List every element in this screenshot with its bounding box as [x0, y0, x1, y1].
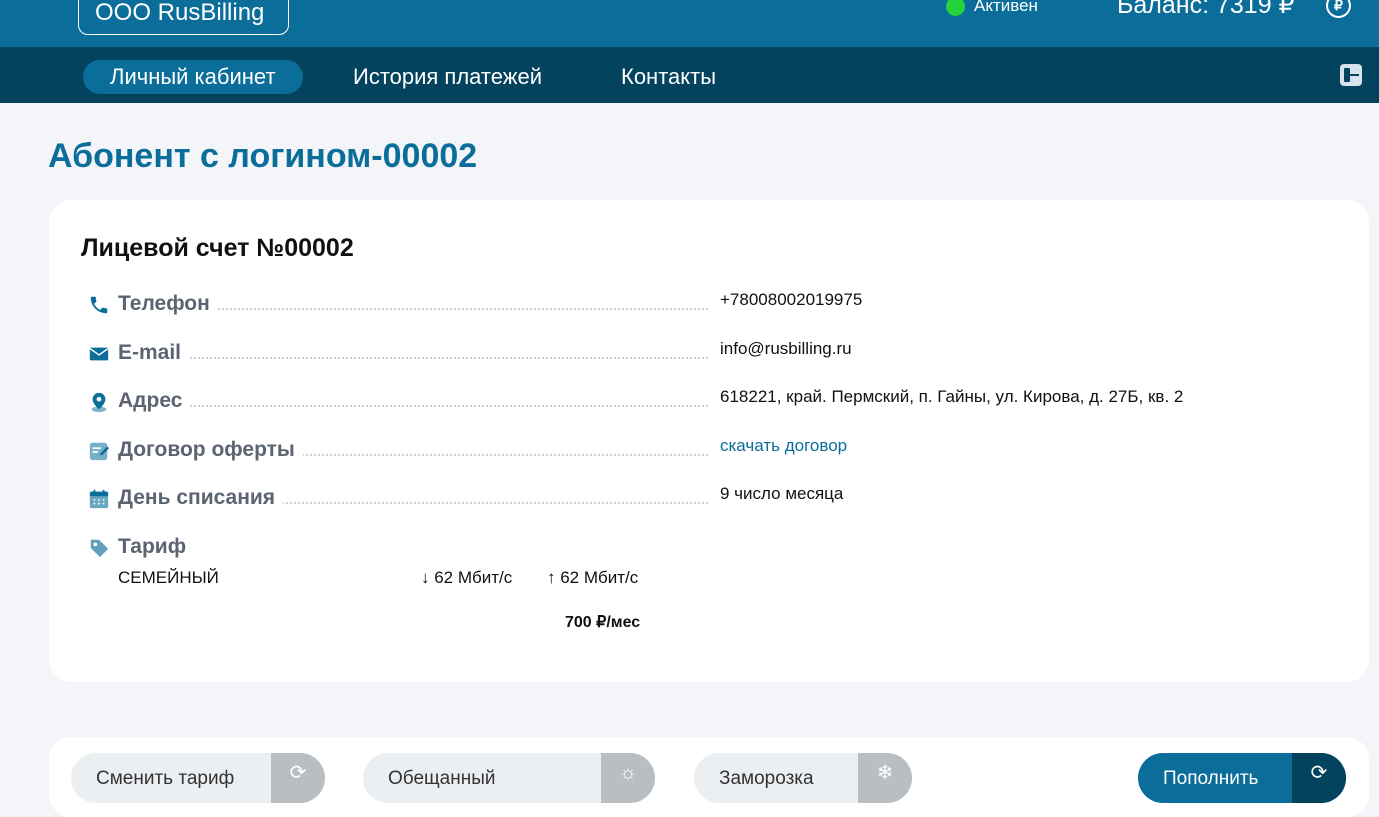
email-label: E-mail [118, 341, 190, 365]
balance-display: Баланс: 7319 ₽ [1117, 0, 1295, 19]
freeze-button[interactable]: Заморозка ❄ [694, 753, 912, 803]
main-nav: Личный кабинет История платежей Контакты [0, 47, 1379, 103]
actions-card: Сменить тариф ⟳ Обещанный ☼ Заморозка ❄ … [49, 737, 1369, 817]
promised-payment-button[interactable]: Обещанный ☼ [363, 753, 655, 803]
nav-item-payment-history[interactable]: История платежей [326, 60, 569, 94]
row-tariff: Тариф [88, 533, 1338, 563]
row-address: Адрес 618221, край. Пермский, п. Гайны, … [88, 387, 1338, 417]
account-title: Лицевой счет №00002 [81, 234, 354, 262]
ruble-icon[interactable]: ₽ [1326, 0, 1351, 18]
top-up-button[interactable]: Пополнить ⟳ [1138, 753, 1346, 803]
contract-icon [89, 442, 110, 461]
phone-icon [90, 296, 108, 314]
page-title: Абонент с логином-00002 [48, 137, 478, 175]
account-status: Активен [946, 0, 1038, 16]
tariff-price: 700 ₽/мес [565, 614, 641, 631]
mail-icon [89, 347, 109, 361]
row-contract: Договор оферты скачать договор [88, 436, 1338, 466]
address-value: 618221, край. Пермский, п. Гайны, ул. Ки… [720, 387, 1184, 406]
charge-day-value: 9 число месяца [720, 484, 844, 503]
snowflake-icon: ❄ [858, 753, 912, 803]
dotted-leader [118, 357, 708, 359]
phone-label: Телефон [118, 292, 218, 316]
tariff-name: СЕМЕЙНЫЙ [118, 568, 219, 587]
row-email: E-mail info@rusbilling.ru [88, 339, 1338, 369]
account-card: Лицевой счет №00002 Телефон +78008002019… [49, 200, 1369, 682]
tag-icon [90, 539, 109, 558]
top-header: ООО RusBilling Активен Баланс: 7319 ₽ ₽ [0, 0, 1379, 47]
change-tariff-button[interactable]: Сменить тариф ⟳ [71, 753, 325, 803]
refresh-icon: ⟳ [271, 753, 325, 803]
charge-day-label: День списания [118, 486, 284, 510]
speed-down: ↓ 62 Мбит/с [421, 568, 513, 587]
nav-item-personal-account[interactable]: Личный кабинет [83, 60, 303, 94]
download-contract-link[interactable]: скачать договор [720, 436, 847, 456]
calendar-icon [89, 489, 109, 509]
dotted-leader [118, 405, 708, 407]
contract-label: Договор оферты [118, 438, 303, 462]
tariff-label: Тариф [118, 535, 195, 559]
promised-payment-label: Обещанный [388, 768, 496, 789]
sun-icon: ☼ [601, 753, 655, 803]
logout-icon[interactable] [1340, 64, 1362, 86]
brand-logo[interactable]: ООО RusBilling [78, 0, 289, 35]
speed-up: ↑ 62 Мбит/с [547, 568, 639, 587]
phone-value: +78008002019975 [720, 290, 863, 309]
payment-icon: ⟳ [1292, 753, 1346, 803]
change-tariff-label: Сменить тариф [96, 768, 235, 789]
status-label: Активен [974, 0, 1038, 15]
row-charge-day: День списания 9 число месяца [88, 484, 1338, 514]
email-value: info@rusbilling.ru [720, 339, 852, 358]
top-up-label: Пополнить [1163, 768, 1259, 789]
address-label: Адрес [118, 389, 191, 413]
row-phone: Телефон +78008002019975 [88, 290, 1338, 320]
nav-item-contacts[interactable]: Контакты [594, 60, 743, 94]
status-indicator-icon [946, 0, 965, 16]
freeze-label: Заморозка [719, 768, 814, 789]
location-icon [91, 392, 107, 413]
